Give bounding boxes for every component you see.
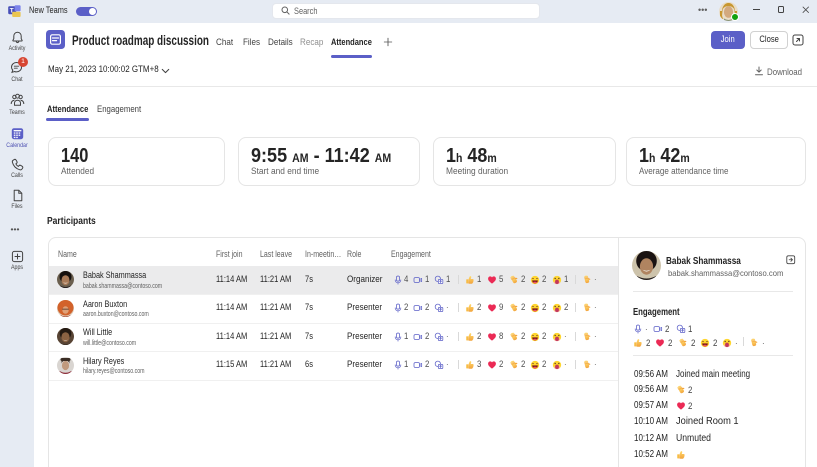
svg-text:T: T [10, 8, 14, 15]
